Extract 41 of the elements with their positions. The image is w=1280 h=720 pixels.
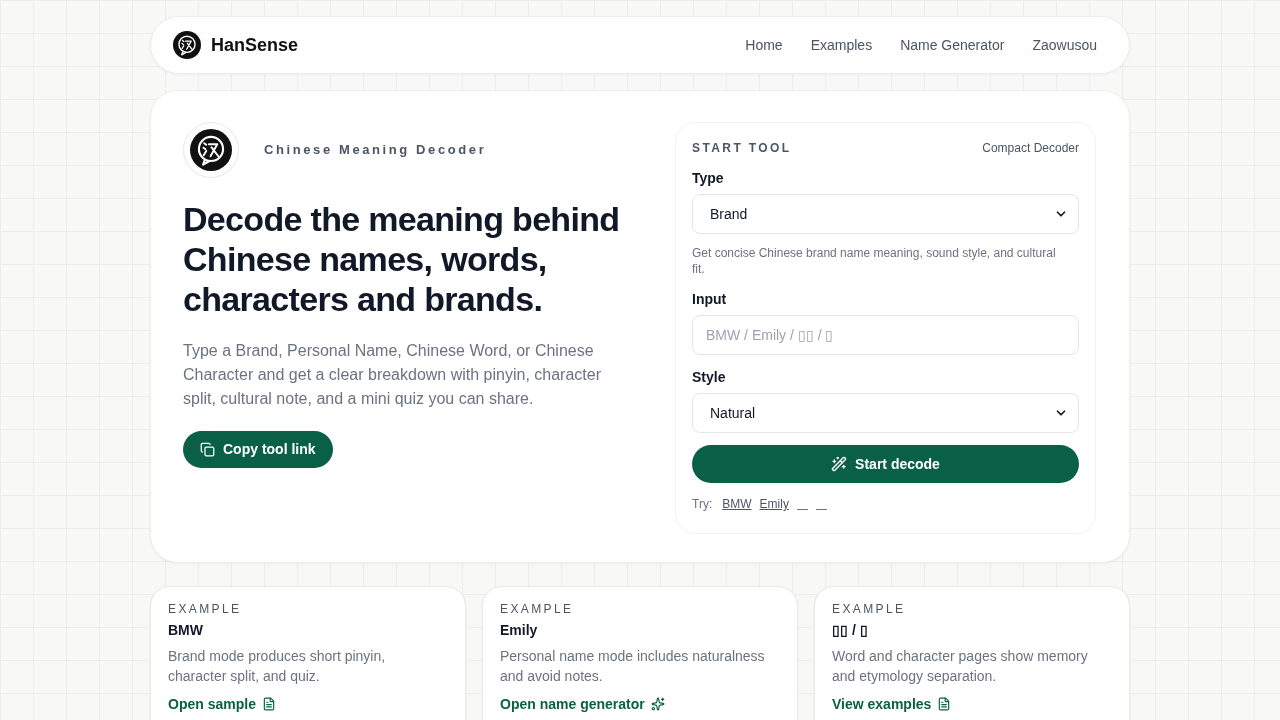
logo-icon — [173, 31, 201, 59]
example-description: Brand mode produces short pinyin, character split, and quiz. — [168, 647, 387, 686]
nav-link[interactable]: Name Generator — [900, 34, 1005, 56]
select-field[interactable]: Natural — [692, 393, 1079, 433]
nav-link[interactable]: Examples — [810, 34, 873, 56]
logo-icon — [183, 122, 239, 178]
try-link[interactable]: BMW — [722, 496, 752, 512]
hero-title: Decode the meaning behind Chinese names, words, characters and brands. — [183, 199, 621, 319]
example-title: ▯▯ / ▯ — [832, 621, 868, 640]
try-link[interactable]: Emily — [759, 496, 789, 512]
sparkles-icon — [650, 697, 665, 711]
document-icon — [261, 697, 276, 711]
example-link[interactable]: View examples — [832, 694, 952, 714]
hero-eyebrow: Chinese Meaning Decoder — [264, 141, 487, 160]
example-description: Personal name mode includes naturalness and avoid notes. — [500, 647, 766, 686]
tool-heading: START TOOL — [692, 140, 792, 156]
example-title: Emily — [500, 621, 538, 640]
input-field[interactable]: BMW / Emily / ▯▯ / ▯ — [692, 315, 1079, 355]
hero-description: Type a Brand, Personal Name, Chinese Word, or Chinese Character and get a clear breakdown with pinyin, character split, cultural note, and a mini quiz you can share. — [183, 341, 602, 409]
tool-mode: Compact Decoder — [982, 140, 1079, 156]
document-icon — [937, 697, 952, 711]
example-eyebrow: EXAMPLE — [500, 601, 574, 617]
nav-link[interactable]: Zaowusou — [1032, 34, 1097, 56]
example-description: Word and character pages show memory and etymology separation. — [832, 647, 1089, 686]
field-label: Input — [692, 290, 728, 309]
try-label: Try: — [692, 496, 713, 512]
brand-name: HanSense — [211, 33, 299, 57]
copy-icon — [200, 442, 215, 457]
field-label: Style — [692, 368, 727, 387]
field-hint: Get concise Chinese brand name meaning, sound style, and cultural fit. — [692, 245, 1057, 277]
select-field[interactable]: Brand — [692, 194, 1079, 234]
nav-link[interactable]: Home — [745, 34, 783, 56]
example-link[interactable]: Open sample — [168, 694, 276, 714]
example-title: BMW — [168, 621, 203, 640]
copy-link-button[interactable]: Copy tool link — [183, 431, 333, 468]
field-label: Type — [692, 169, 725, 188]
example-link[interactable]: Open name generator — [500, 694, 665, 714]
example-eyebrow: EXAMPLE — [168, 601, 242, 617]
magic-wand-icon — [831, 456, 848, 472]
start-decode-button[interactable]: Start decode — [692, 445, 1079, 483]
example-eyebrow: EXAMPLE — [832, 601, 906, 617]
